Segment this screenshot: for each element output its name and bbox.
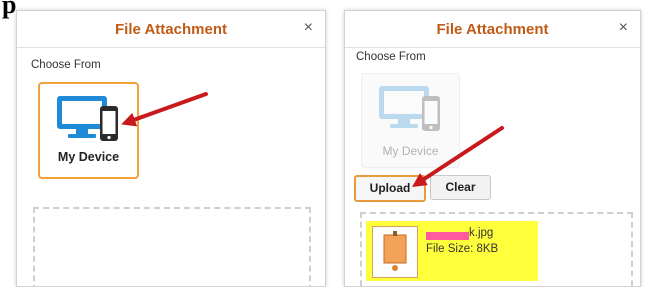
- file-attachment-dialog-uploaded: File Attachment × Choose From My Device …: [344, 10, 641, 287]
- device-icon: [379, 86, 440, 131]
- my-device-tile-disabled: My Device: [361, 73, 460, 168]
- my-device-label: My Device: [382, 144, 439, 158]
- choose-from-label: Choose From: [31, 59, 101, 71]
- close-icon[interactable]: ×: [619, 20, 628, 36]
- file-drop-zone[interactable]: [33, 207, 311, 286]
- dialog-title: File Attachment: [436, 21, 549, 38]
- file-size: File Size: 8KB: [426, 243, 499, 255]
- device-icon: [57, 96, 118, 141]
- upload-button[interactable]: Upload: [354, 175, 426, 202]
- close-icon[interactable]: ×: [304, 20, 313, 36]
- cropped-heading-text: p: [2, 0, 17, 19]
- attached-file-item[interactable]: k.jpg File Size: 8KB: [366, 221, 538, 281]
- dialog-title: File Attachment: [115, 21, 227, 38]
- image-thumbnail-icon: [372, 226, 418, 278]
- choose-from-label: Choose From: [356, 51, 426, 63]
- file-name: k.jpg: [469, 227, 494, 239]
- my-device-tile[interactable]: My Device: [38, 82, 139, 179]
- file-attachment-dialog-initial: File Attachment × Choose From My Device: [16, 10, 326, 287]
- dialog-header: File Attachment ×: [345, 11, 640, 48]
- dialog-header: File Attachment ×: [17, 11, 325, 48]
- my-device-label: My Device: [57, 150, 120, 164]
- clear-button[interactable]: Clear: [430, 175, 491, 200]
- attached-files-area: k.jpg File Size: 8KB: [360, 212, 633, 286]
- redacted-filename-bar: [426, 232, 469, 240]
